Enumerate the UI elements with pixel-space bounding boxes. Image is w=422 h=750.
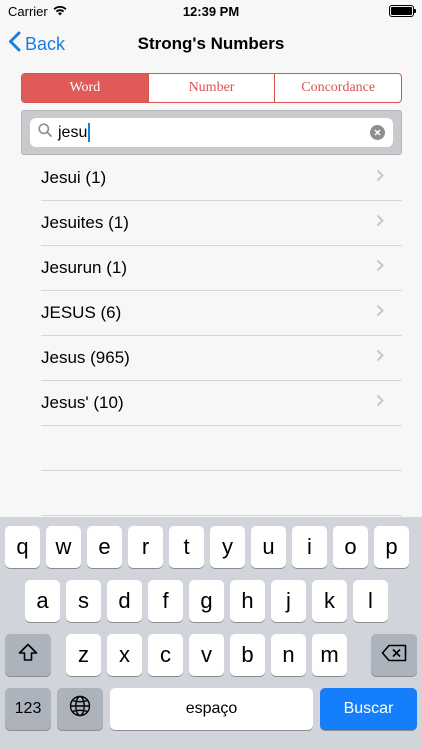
key-o[interactable]: o [333,526,368,568]
list-item[interactable]: Jesus (965) [41,336,402,381]
list-item[interactable]: JESUS (6) [41,291,402,336]
nav-bar: Back Strong's Numbers [0,22,422,66]
list-item[interactable]: Jesurun (1) [41,246,402,291]
key-m[interactable]: m [312,634,347,676]
text-cursor [88,123,91,142]
list-item-label: Jesurun (1) [41,258,127,277]
key-j[interactable]: j [271,580,306,622]
backspace-icon [381,642,407,668]
key-n[interactable]: n [271,634,306,676]
back-label: Back [25,33,66,54]
key-q[interactable]: q [5,526,40,568]
empty-row [41,471,402,516]
status-left: Carrier [8,4,67,19]
chevron-right-icon [376,349,384,367]
numbers-key[interactable]: 123 [5,688,51,730]
list-item[interactable]: Jesui (1) [41,156,402,201]
search-text: jesu [58,123,364,142]
shift-icon [18,642,38,668]
space-key[interactable]: espaço [110,688,313,730]
key-l[interactable]: l [353,580,388,622]
delete-key[interactable] [371,634,417,676]
segment-concordance[interactable]: Concordance [274,74,401,102]
key-v[interactable]: v [189,634,224,676]
chevron-left-icon [8,31,21,57]
key-h[interactable]: h [230,580,265,622]
chevron-right-icon [376,259,384,277]
search-input[interactable]: jesu [30,118,393,147]
list-item-label: Jesui (1) [41,168,107,187]
key-g[interactable]: g [189,580,224,622]
key-p[interactable]: p [374,526,409,568]
key-z[interactable]: z [66,634,101,676]
key-f[interactable]: f [148,580,183,622]
search-icon [38,123,52,142]
list-item[interactable]: Jesuites (1) [41,201,402,246]
results-list: Jesui (1) Jesuites (1) Jesurun (1) JESUS… [41,156,402,516]
search-mode-segmented-control: Word Number Concordance [21,73,402,103]
globe-key[interactable] [57,688,103,730]
carrier-label: Carrier [8,3,48,19]
clear-search-icon[interactable] [370,125,385,140]
list-item-label: Jesus (965) [41,348,130,367]
segment-word[interactable]: Word [22,74,148,102]
key-y[interactable]: y [210,526,245,568]
chevron-right-icon [376,169,384,187]
page-title: Strong's Numbers [137,34,285,53]
list-item-label: Jesuites (1) [41,213,129,232]
globe-icon [69,695,91,723]
list-item[interactable]: Jesus' (10) [41,381,402,426]
search-value: jesu [58,123,88,141]
keyboard-row-4: 123 espaço Buscar [0,688,422,732]
key-u[interactable]: u [251,526,286,568]
search-return-key[interactable]: Buscar [320,688,417,730]
battery-icon [389,5,416,17]
status-bar: Carrier 12:39 PM [0,0,422,22]
keyboard-row-3: z x c v b n m [0,634,422,678]
key-c[interactable]: c [148,634,183,676]
wifi-icon [53,4,67,19]
keyboard-row-2: a s d f g h j k l [0,580,422,624]
key-k[interactable]: k [312,580,347,622]
key-r[interactable]: r [128,526,163,568]
key-b[interactable]: b [230,634,265,676]
chevron-right-icon [376,214,384,232]
empty-row [41,426,402,471]
key-x[interactable]: x [107,634,142,676]
chevron-right-icon [376,304,384,322]
back-button[interactable]: Back [8,22,65,66]
chevron-right-icon [376,394,384,412]
key-d[interactable]: d [107,580,142,622]
key-a[interactable]: a [25,580,60,622]
segment-number[interactable]: Number [147,74,275,102]
keyboard: q w e r t y u i o p a s d f g h j k l z … [0,517,422,750]
key-t[interactable]: t [169,526,204,568]
search-bar: jesu [21,110,402,155]
list-item-label: Jesus' (10) [41,393,124,412]
list-item-label: JESUS (6) [41,303,122,322]
key-s[interactable]: s [66,580,101,622]
key-i[interactable]: i [292,526,327,568]
key-w[interactable]: w [46,526,81,568]
keyboard-row-1: q w e r t y u i o p [0,526,422,570]
key-e[interactable]: e [87,526,122,568]
shift-key[interactable] [5,634,51,676]
